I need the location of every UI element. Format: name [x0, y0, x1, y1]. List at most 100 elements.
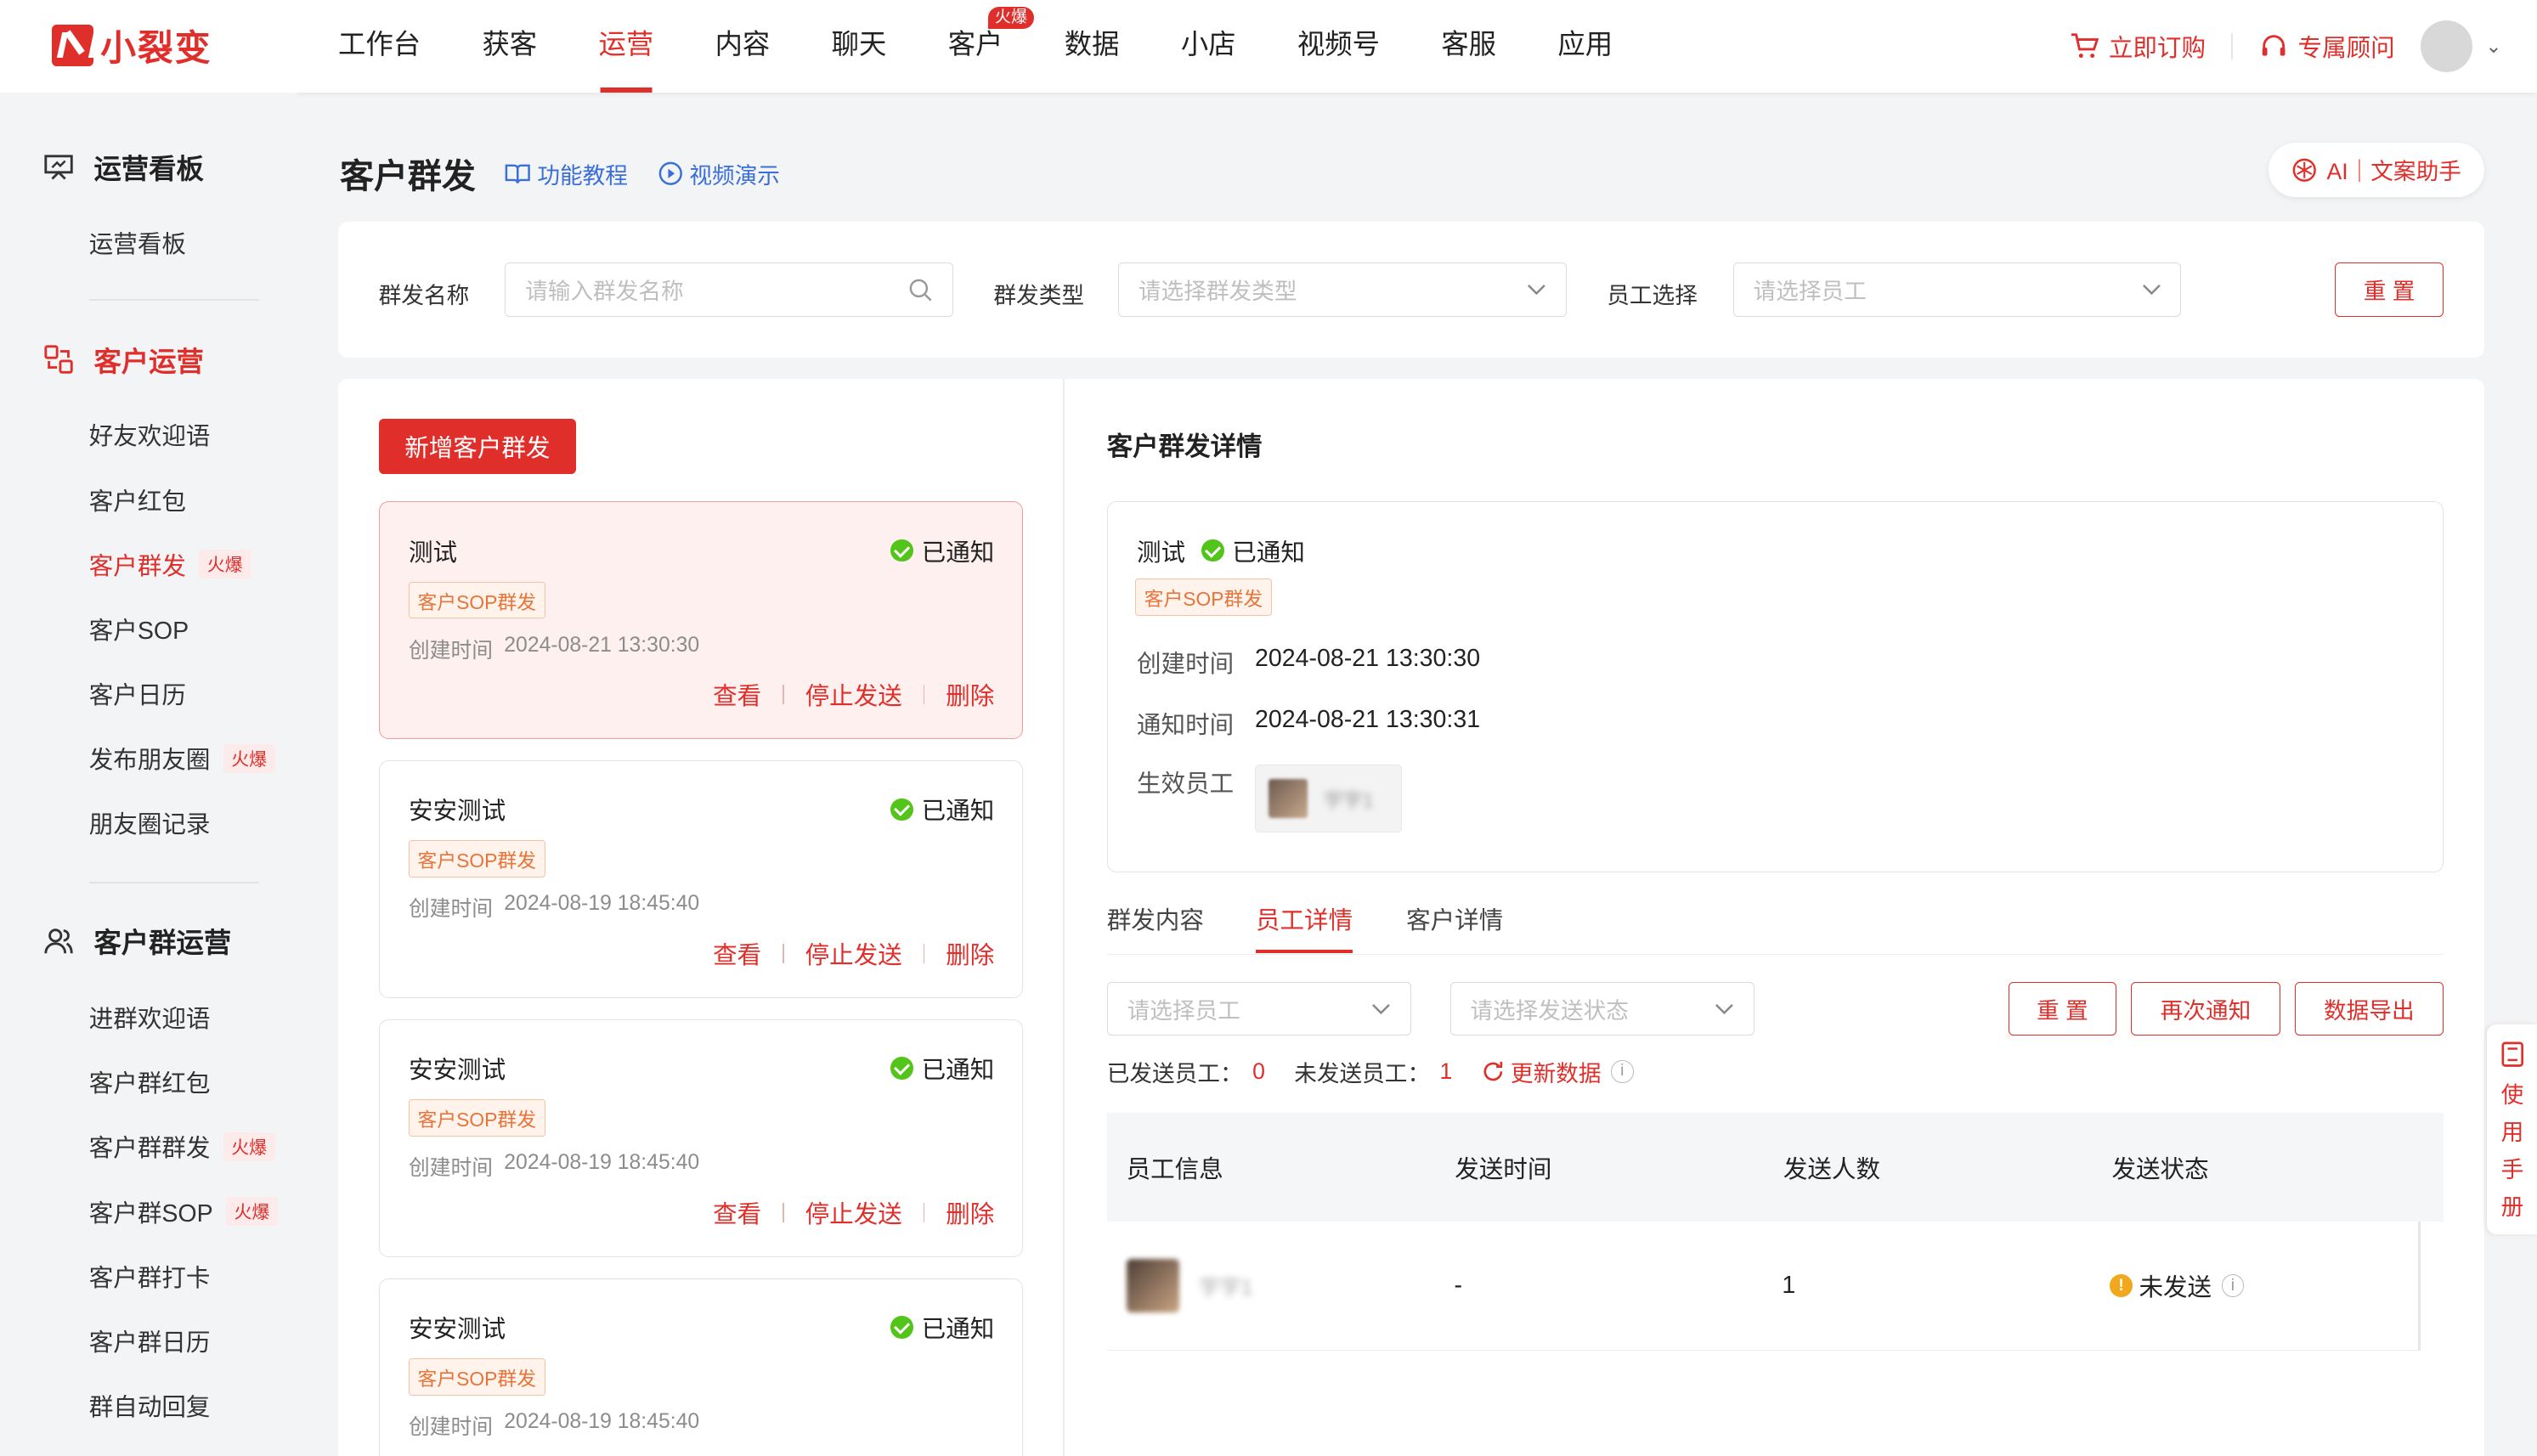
sidebar-item-group-mass-send[interactable]: 客户群群发 火爆 — [89, 1129, 275, 1164]
staff-table: 员工信息 发送时间 发送人数 发送状态 宇宇1 - 1 ! 未发送 i — [1106, 1113, 2444, 1352]
sidebar-item-mass-send[interactable]: 客户群发 火爆 — [89, 547, 251, 582]
delete-button[interactable]: 删除 — [946, 936, 994, 971]
advisor-link[interactable]: 专属顾问 — [2259, 29, 2395, 64]
nav-service[interactable]: 客服 — [1410, 0, 1527, 93]
delete-button[interactable]: 删除 — [946, 1195, 994, 1230]
check-circle-icon — [890, 1057, 914, 1080]
staff-select[interactable]: 请选择员工 — [1732, 262, 2182, 318]
stop-send-button[interactable]: 停止发送 — [805, 677, 902, 712]
sidebar-divider — [88, 299, 259, 302]
sidebar-item-sop[interactable]: 客户SOP — [89, 612, 189, 646]
sidebar-divider — [88, 881, 259, 883]
check-circle-icon — [890, 798, 914, 821]
export-button[interactable]: 数据导出 — [2294, 982, 2444, 1036]
logo[interactable]: 小裂变 — [51, 21, 212, 70]
info-icon[interactable]: i — [2221, 1274, 2245, 1297]
nav-acquire[interactable]: 获客 — [451, 0, 568, 93]
chevron-down-icon — [1527, 285, 1545, 296]
status-text: 已通知 — [921, 1315, 995, 1343]
book-icon — [505, 164, 531, 183]
add-mass-send-button[interactable]: 新增客户群发 — [378, 419, 577, 475]
sidebar-group-label: 客户运营 — [93, 346, 204, 377]
sidebar-item-auto-reply[interactable]: 群自动回复 — [89, 1388, 211, 1423]
main-panel: 新增客户群发 测试 已通知 客户SOP群发 创建时间 2024-08-21 13… — [338, 378, 2484, 1456]
ai-label: AI｜文案助手 — [2326, 159, 2461, 185]
task-card[interactable]: 安安测试 已通知 客户SOP群发 创建时间 2024-08-19 18:45:4… — [378, 760, 1023, 999]
staff-name: 宇宇1 — [1199, 1276, 1253, 1300]
created-value: 2024-08-21 13:30:30 — [1255, 645, 1481, 672]
send-status-text: 未发送 — [2139, 1274, 2212, 1302]
name-filter-label: 群发名称 — [378, 282, 470, 308]
sidebar-item-dashboard[interactable]: 运营看板 — [89, 225, 186, 260]
task-actions: 查看 停止发送 删除 — [713, 1195, 994, 1230]
task-card[interactable]: 测试 已通知 客户SOP群发 创建时间 2024-08-21 13:30:30 … — [378, 501, 1023, 740]
tab-staff-detail[interactable]: 员工详情 — [1255, 901, 1353, 952]
tab-customer-detail[interactable]: 客户详情 — [1406, 901, 1503, 936]
sidebar-item-group-checkin[interactable]: 客户群打卡 — [89, 1259, 211, 1294]
name-search-input[interactable]: 请输入群发名称 — [505, 262, 953, 318]
ai-assistant-button[interactable]: AI｜文案助手 — [2268, 142, 2484, 198]
view-button[interactable]: 查看 — [713, 936, 761, 971]
nav-apps[interactable]: 应用 — [1527, 0, 1643, 93]
avatar — [1268, 779, 1308, 818]
sidebar-item-moments-log[interactable]: 朋友圈记录 — [89, 805, 211, 840]
task-type-tag: 客户SOP群发 — [408, 840, 545, 878]
nav-content[interactable]: 内容 — [684, 0, 800, 93]
view-button[interactable]: 查看 — [713, 1195, 761, 1230]
delete-button[interactable]: 删除 — [946, 677, 994, 712]
brand-name: 小裂变 — [100, 27, 212, 68]
sidebar-group-dashboard[interactable]: 运营看板 — [42, 147, 204, 187]
dashboard-icon — [43, 155, 73, 180]
sidebar-item-red-packet[interactable]: 客户红包 — [89, 483, 186, 517]
top-divider — [2231, 33, 2234, 59]
sidebar-item-group-calendar[interactable]: 客户群日历 — [89, 1323, 211, 1358]
sidebar-item-group-sop[interactable]: 客户群SOP 火爆 — [89, 1194, 278, 1229]
tab-content[interactable]: 群发内容 — [1107, 901, 1204, 936]
user-avatar[interactable] — [2421, 20, 2473, 72]
chevron-down-icon[interactable]: ⌄ — [2485, 35, 2501, 58]
tutorial-link[interactable]: 功能教程 — [505, 157, 628, 190]
stop-send-button[interactable]: 停止发送 — [805, 1195, 902, 1230]
sidebar-item-label: 客户群群发 — [88, 1135, 211, 1163]
order-link[interactable]: 立即订购 — [2070, 29, 2206, 64]
info-icon[interactable]: i — [1610, 1059, 1634, 1083]
send-status-select[interactable]: 请选择发送状态 — [1449, 982, 1754, 1036]
customer-ops-icon — [43, 345, 73, 375]
top-navbar: 小裂变 工作台 获客 运营 内容 聊天 客户 火爆 数据 小店 视频号 客服 应… — [0, 0, 2537, 93]
sidebar-item-moments[interactable]: 发布朋友圈 火爆 — [89, 741, 275, 776]
sidebar-group-customer-ops[interactable]: 客户运营 — [42, 340, 204, 380]
task-status: 已通知 — [890, 533, 994, 568]
nav-customer[interactable]: 客户 火爆 — [918, 0, 1034, 93]
nav-data[interactable]: 数据 — [1034, 0, 1150, 93]
cart-icon — [2071, 33, 2099, 59]
type-select[interactable]: 请选择群发类型 — [1118, 262, 1567, 318]
nav-workbench[interactable]: 工作台 — [308, 0, 451, 93]
sidebar-item-group-red-packet[interactable]: 客户群红包 — [89, 1064, 211, 1099]
play-circle-icon — [658, 161, 683, 185]
task-time: 2024-08-21 13:30:30 — [504, 633, 700, 657]
stop-send-button[interactable]: 停止发送 — [805, 936, 902, 971]
video-label: 视频演示 — [689, 162, 780, 189]
video-link[interactable]: 视频演示 — [658, 157, 780, 190]
task-card[interactable]: 安安测试 已通知 客户SOP群发 创建时间 2024-08-19 18:45:4… — [378, 1278, 1023, 1456]
hot-tag: 火爆 — [223, 743, 275, 773]
sidebar-item-welcome[interactable]: 好友欢迎语 — [89, 417, 211, 452]
staff-select[interactable]: 请选择员工 — [1106, 982, 1411, 1036]
nav-operation[interactable]: 运营 — [568, 0, 684, 93]
send-time-cell: - — [1454, 1272, 1462, 1300]
nav-channels[interactable]: 视频号 — [1267, 0, 1410, 93]
nav-shop[interactable]: 小店 — [1150, 0, 1267, 93]
renotify-button[interactable]: 再次通知 — [2131, 982, 2280, 1036]
detail-status: 已通知 — [1232, 539, 1305, 567]
user-manual-tab[interactable]: 使用手册 — [2487, 1024, 2537, 1235]
task-card[interactable]: 安安测试 已通知 客户SOP群发 创建时间 2024-08-19 18:45:4… — [378, 1019, 1023, 1257]
reset-filter-button[interactable]: 重 置 — [2335, 262, 2444, 318]
sent-label: 已发送员工： — [1106, 1060, 1243, 1086]
nav-chat[interactable]: 聊天 — [800, 0, 917, 93]
sidebar-item-calendar[interactable]: 客户日历 — [89, 676, 186, 711]
view-button[interactable]: 查看 — [713, 677, 761, 712]
sidebar-item-group-welcome[interactable]: 进群欢迎语 — [89, 1000, 211, 1035]
reset-button[interactable]: 重 置 — [2008, 982, 2117, 1036]
refresh-button[interactable]: 更新数据 — [1482, 1055, 1602, 1088]
sidebar-group-group-ops[interactable]: 客户群运营 — [42, 921, 231, 961]
